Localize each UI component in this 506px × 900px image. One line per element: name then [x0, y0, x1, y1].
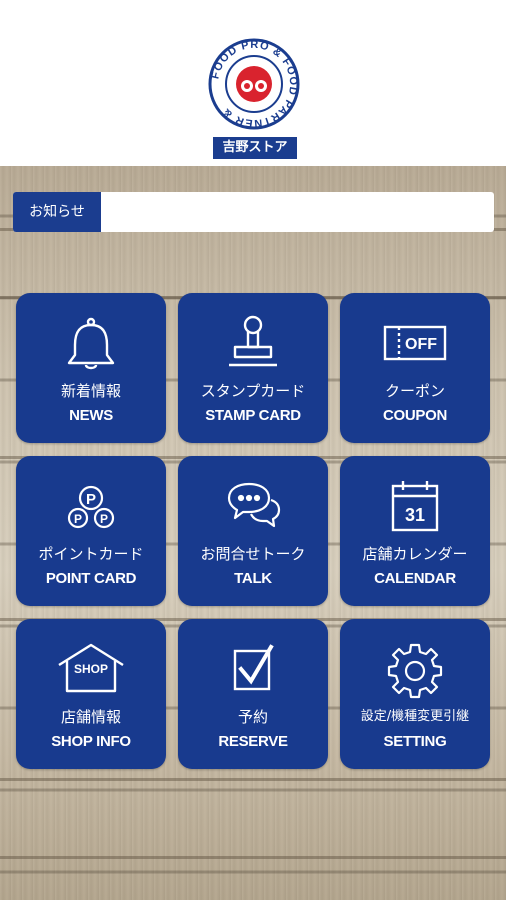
tile-jp-label: 店舗カレンダー: [362, 545, 468, 563]
app-header: FOOD PRO & FOOD PARTNER & 吉野ストア: [0, 0, 506, 166]
menu-setting-button[interactable]: 設定/機種変更引継 SETTING: [340, 619, 490, 769]
shop-sign-text: SHOP: [74, 662, 108, 676]
point-coin-text: P: [86, 491, 96, 508]
point-coin-text: P: [100, 512, 108, 526]
tile-en-label: COUPON: [382, 407, 448, 424]
tile-en-label: RESERVE: [218, 733, 288, 750]
menu-point-card-button[interactable]: P P P ポイントカード POINT CARD: [16, 456, 166, 606]
coupon-off-text: OFF: [405, 336, 437, 353]
gear-icon: [375, 639, 455, 699]
stamp-icon: [213, 313, 293, 373]
tile-jp-label: 設定/機種変更引継: [360, 709, 470, 724]
calendar-icon: 31: [375, 476, 455, 536]
tile-jp-label: クーポン: [384, 382, 445, 400]
menu-reserve-button[interactable]: 予約 RESERVE: [178, 619, 328, 769]
news-content[interactable]: [101, 192, 494, 232]
tile-en-label: CALENDAR: [374, 570, 456, 587]
point-coin-text: P: [74, 512, 82, 526]
menu-stamp-card-button[interactable]: スタンプカード STAMP CARD: [178, 293, 328, 443]
coupon-off-icon: OFF: [375, 313, 455, 373]
tile-jp-label: スタンプカード: [200, 382, 306, 400]
tile-en-label: SETTING: [383, 733, 447, 750]
tile-jp-label: 予約: [237, 708, 268, 726]
tile-en-label: POINT CARD: [45, 570, 137, 587]
tile-en-label: TALK: [234, 570, 272, 587]
news-ticker[interactable]: お知らせ: [13, 192, 494, 232]
tile-jp-label: ポイントカード: [38, 545, 144, 563]
menu-talk-button[interactable]: お問合せトーク TALK: [178, 456, 328, 606]
menu-calendar-button[interactable]: 31 店舗カレンダー CALENDAR: [340, 456, 490, 606]
shop-icon: SHOP: [51, 639, 131, 699]
brand-name: 吉野ストア: [213, 137, 297, 159]
menu-coupon-button[interactable]: OFF クーポン COUPON: [340, 293, 490, 443]
point-coins-icon: P P P: [51, 476, 131, 536]
chat-bubbles-icon: [213, 476, 293, 536]
menu-shop-info-button[interactable]: SHOP 店舗情報 SHOP INFO: [16, 619, 166, 769]
news-label: お知らせ: [13, 192, 101, 232]
tile-jp-label: 新着情報: [60, 382, 121, 400]
tile-en-label: NEWS: [69, 407, 113, 424]
tile-en-label: SHOP INFO: [51, 733, 131, 750]
checkbox-icon: [213, 639, 293, 699]
tile-en-label: STAMP CARD: [205, 407, 301, 424]
bell-icon: [51, 313, 131, 373]
tile-jp-label: 店舗情報: [60, 708, 121, 726]
calendar-day-text: 31: [405, 505, 425, 525]
menu-news-button[interactable]: 新着情報 NEWS: [16, 293, 166, 443]
tile-jp-label: お問合せトーク: [200, 545, 306, 563]
